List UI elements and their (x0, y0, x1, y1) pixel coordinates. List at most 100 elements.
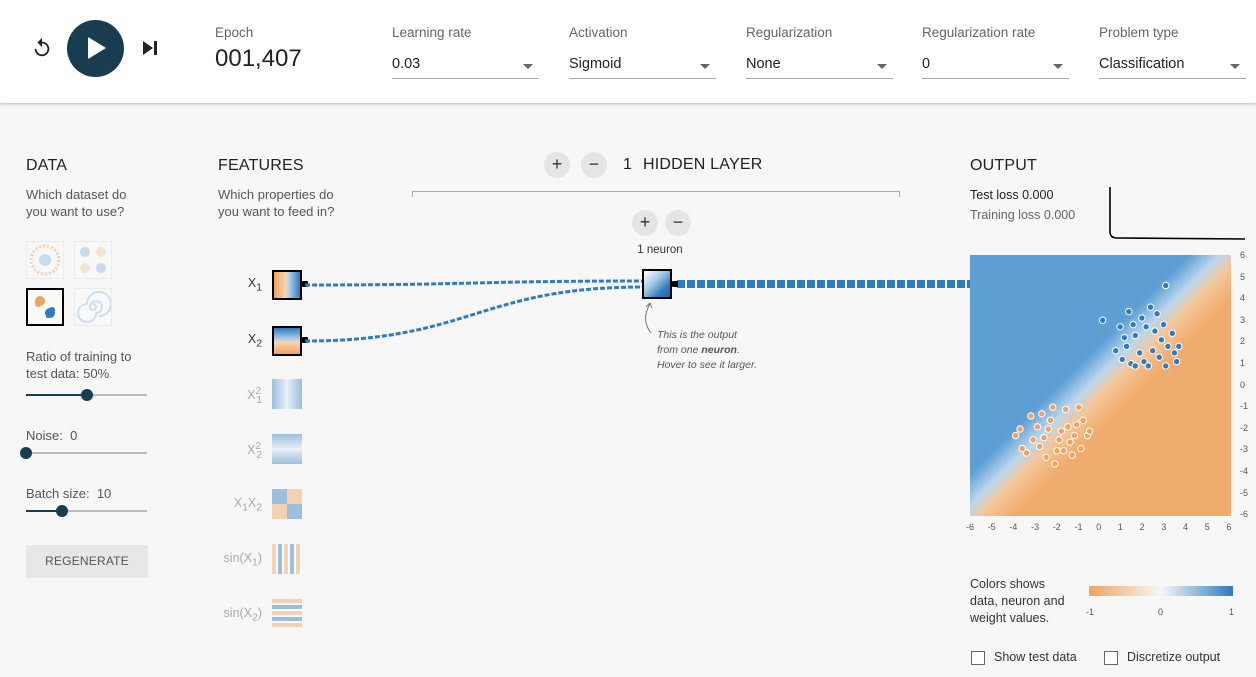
x-tick: 6 (1226, 522, 1232, 532)
show-test-data-checkbox[interactable] (971, 651, 985, 665)
data-point-negative (1079, 416, 1087, 425)
x-tick: -6 (966, 522, 975, 532)
data-point-positive (1118, 355, 1126, 364)
y-tick: 0 (1240, 379, 1246, 390)
output-scatter (1011, 281, 1183, 468)
data-point-negative (1027, 412, 1035, 420)
training-loss-value: 0.000 (1043, 208, 1076, 222)
data-point-positive (1151, 327, 1159, 335)
output-title: OUTPUT (970, 157, 1037, 174)
data-point-positive (1168, 329, 1176, 338)
data-point-positive (1112, 347, 1120, 355)
neuron-port (672, 281, 678, 287)
data-point-positive (1131, 331, 1140, 340)
x-tick: 2 (1139, 522, 1145, 532)
data-point-positive (1157, 336, 1166, 344)
data-point-negative (1068, 451, 1076, 459)
data-point-negative (1085, 427, 1094, 435)
y-tick: -2 (1240, 422, 1249, 433)
data-point-negative (1044, 425, 1053, 433)
discretize-output-label: Discretize output (1127, 650, 1221, 664)
data-point-positive (1164, 342, 1172, 351)
legend-tick-neg: -1 (1086, 607, 1095, 617)
show-test-data-label: Show test data (994, 650, 1077, 664)
y-tick: -6 (1240, 509, 1249, 520)
data-point-positive (1129, 320, 1137, 329)
loss-curve (1109, 187, 1246, 240)
data-point-negative (1057, 427, 1066, 435)
data-point-negative (1038, 410, 1046, 418)
data-point-negative (1018, 444, 1026, 453)
y-tick: 4 (1240, 293, 1246, 304)
data-point-negative (1011, 431, 1020, 440)
data-point-negative (1055, 436, 1063, 444)
data-point-positive (1098, 316, 1107, 324)
data-point-negative (1040, 434, 1048, 442)
data-point-negative (1070, 431, 1079, 440)
y-tick: -5 (1240, 487, 1249, 498)
test-loss: Test loss 0.000 (970, 188, 1053, 202)
data-point-positive (1135, 349, 1144, 357)
data-point-positive (1120, 333, 1129, 342)
data-point-positive (1125, 307, 1133, 316)
data-point-negative (1066, 438, 1074, 446)
x-tick: -3 (1031, 522, 1040, 532)
data-point-negative (1016, 425, 1024, 433)
data-point-negative (1053, 447, 1061, 455)
x-tick: -2 (1052, 522, 1061, 532)
data-point-negative (1075, 403, 1083, 411)
data-point-negative (1042, 453, 1050, 461)
callout-bold: neuron (701, 344, 737, 356)
data-point-negative (1046, 416, 1055, 425)
data-point-positive (1131, 362, 1140, 370)
data-point-negative (1033, 423, 1042, 431)
data-point-negative (1035, 442, 1044, 451)
y-tick: 1 (1240, 358, 1246, 368)
legend-tick-pos: 1 (1229, 607, 1235, 617)
data-point-positive (1162, 281, 1170, 290)
data-point-positive (1155, 353, 1163, 361)
color-legend-bar (1089, 586, 1233, 596)
x-tick: -1 (1074, 522, 1083, 532)
callout-arrow (645, 303, 652, 334)
data-point-negative (1072, 420, 1081, 429)
data-point-positive (1175, 342, 1183, 351)
y-tick: 5 (1240, 271, 1246, 282)
data-point-positive (1159, 320, 1168, 329)
neuron-callout: This is the output from one neuron. Hove… (657, 328, 757, 373)
x-axis-ticks: -6 -5 -4 -3 -2 -1 0 1 2 3 4 5 6 (966, 522, 1236, 534)
discretize-output-checkbox[interactable] (1104, 651, 1118, 665)
data-point-positive (1149, 347, 1157, 355)
y-tick: 3 (1240, 314, 1246, 325)
data-point-positive (1153, 310, 1161, 318)
data-point-positive (1162, 362, 1170, 370)
data-point-positive (1170, 349, 1179, 357)
data-point-positive (1122, 342, 1131, 351)
link-x1-neuron (304, 279, 644, 287)
test-loss-label: Test loss (970, 188, 1019, 202)
data-point-negative (1051, 460, 1059, 468)
x-tick: 4 (1183, 522, 1189, 532)
color-legend-text: Colors shows data, neuron and weight val… (970, 577, 1065, 625)
y-tick: -3 (1240, 444, 1249, 455)
data-point-negative (1064, 423, 1072, 431)
y-tick: 2 (1240, 336, 1246, 347)
y-tick: 6 (1240, 250, 1246, 260)
x-tick: -4 (1009, 522, 1018, 532)
data-point-positive (1142, 323, 1150, 331)
x-tick: -5 (987, 522, 996, 532)
data-point-negative (1029, 436, 1037, 444)
data-point-positive (1172, 357, 1181, 366)
y-tick: -4 (1240, 466, 1249, 476)
training-loss: Training loss 0.000 (970, 208, 1075, 222)
data-point-positive (1144, 362, 1153, 370)
y-tick: -1 (1240, 401, 1249, 412)
data-point-positive (1116, 323, 1124, 331)
link-x2-neuron (304, 285, 644, 343)
neuron-thumbnail[interactable] (642, 269, 672, 299)
data-point-negative (1062, 405, 1070, 414)
training-loss-label: Training loss (970, 208, 1041, 222)
data-point-negative (1077, 444, 1085, 453)
x-tick: 1 (1117, 522, 1123, 532)
data-point-positive (1146, 303, 1155, 311)
